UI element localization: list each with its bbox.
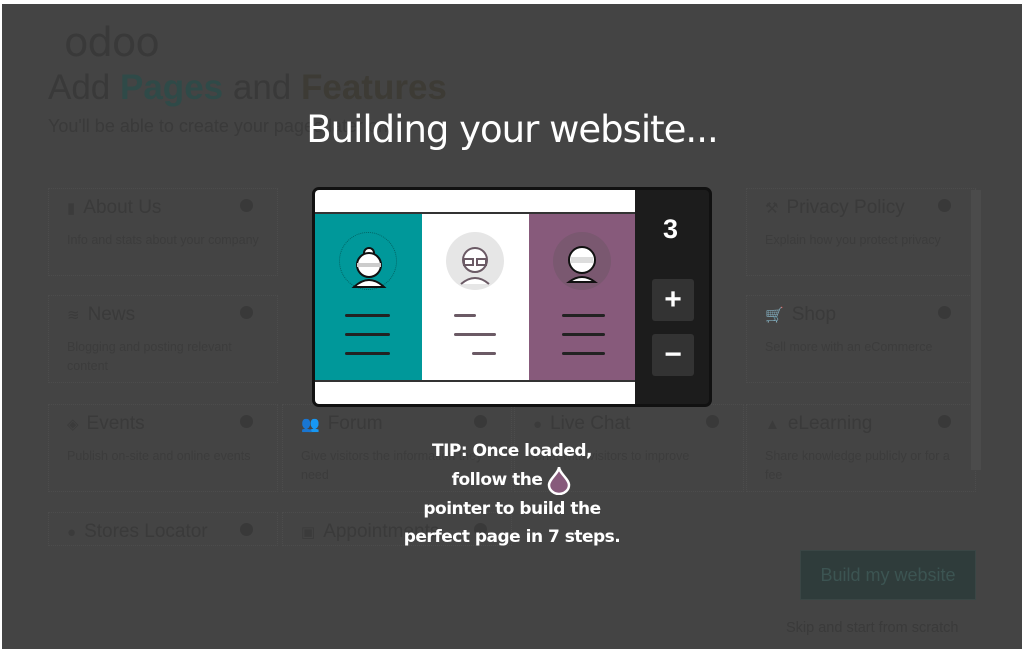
rss-icon: ≋ [67, 307, 80, 324]
users-icon: 👥 [301, 416, 320, 433]
feature-card[interactable]: ▮ About Us Info and stats about your compa… [48, 188, 278, 276]
info-icon[interactable] [240, 306, 253, 319]
card-title: Privacy Policy [786, 197, 905, 218]
card-title: Forum [327, 413, 383, 434]
graduation-cap-icon: ▲ [765, 415, 780, 433]
white-column [422, 212, 529, 382]
odoo-logo: odoo [64, 20, 160, 66]
building-icon: ▮ [67, 200, 76, 217]
page-title: Add Pages and Features [48, 68, 447, 107]
skip-link[interactable]: Skip and start from scratch [786, 620, 958, 636]
cart-icon: 🛒 [765, 307, 784, 324]
pointer-drop-icon [548, 466, 571, 495]
info-icon[interactable] [706, 415, 719, 428]
info-icon[interactable] [938, 199, 951, 212]
info-icon[interactable] [240, 415, 253, 428]
card-description: Sell more with an eCommerce [765, 340, 933, 354]
gavel-icon: ⚒ [765, 200, 779, 217]
build-website-button[interactable]: Build my website [800, 550, 976, 600]
minus-icon: − [652, 334, 694, 376]
card-title: News [87, 304, 136, 325]
teal-column [315, 212, 422, 382]
scrollbar[interactable] [971, 190, 981, 470]
feature-card[interactable]: ⚒ Privacy Policy Explain how you protect p… [746, 188, 976, 276]
card-title: Events [86, 413, 145, 434]
avatar-icon [553, 232, 611, 290]
loading-illustration: 3 + − [312, 187, 712, 407]
card-description: Explain how you protect privacy [765, 233, 941, 247]
avatar-icon [339, 232, 397, 290]
card-title: Live Chat [550, 413, 631, 434]
ticket-icon: ◈ [67, 416, 79, 433]
card-description: Info and stats about your company [67, 233, 259, 247]
step-counter: 3 [663, 214, 679, 244]
card-title: eLearning [787, 413, 873, 434]
loading-title: Building your website... [306, 108, 718, 151]
loading-tip: TIP: Once loaded, follow the pointer to … [403, 441, 621, 547]
avatar-icon [446, 232, 504, 290]
card-description: Blogging and posting relevant content [67, 340, 232, 373]
info-icon[interactable] [938, 415, 951, 428]
purple-column [529, 212, 635, 382]
card-title: Shop [791, 304, 837, 325]
feature-card[interactable]: 🛒 Shop Sell more with an eCommerce [746, 295, 976, 383]
info-icon[interactable] [938, 306, 951, 319]
feature-card[interactable]: ≋ News Blogging and posting relevant conte… [48, 295, 278, 383]
info-icon[interactable] [240, 199, 253, 212]
card-title: About Us [83, 197, 162, 218]
info-icon[interactable] [474, 415, 487, 428]
plus-icon: + [652, 279, 694, 321]
chat-icon: ● [533, 415, 543, 433]
